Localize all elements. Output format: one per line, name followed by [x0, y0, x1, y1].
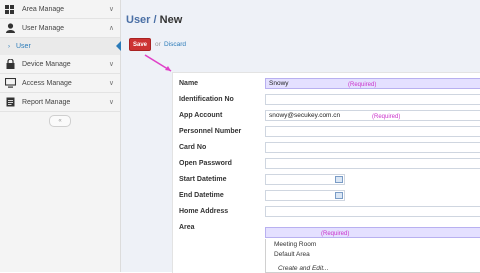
- chevron-right-icon: ›: [8, 43, 10, 50]
- field-value: snowy@secukey.com.cn: [269, 112, 341, 119]
- sidebar-item-label: User Manage: [22, 24, 65, 32]
- create-and-edit-option[interactable]: Create and Edit...: [278, 265, 329, 272]
- field-label: Start Datetime: [179, 176, 227, 183]
- field-label: Name: [179, 80, 199, 87]
- save-button[interactable]: Save: [129, 38, 151, 51]
- field-value: Snowy: [269, 80, 289, 87]
- sidebar-item-user-manage[interactable]: User Manage ∧: [0, 19, 120, 38]
- field-label: Home Address: [179, 208, 229, 215]
- form-row-start-datetime: Start Datetime: [173, 173, 480, 189]
- calendar-icon[interactable]: [335, 176, 343, 183]
- field-label: Area: [179, 224, 195, 231]
- sidebar-collapse-button[interactable]: «: [49, 115, 71, 127]
- form-row-card-no: Card No: [173, 141, 480, 157]
- card-no-field[interactable]: [265, 142, 480, 153]
- sidebar-item-label: Device Manage: [22, 60, 71, 68]
- home-address-field[interactable]: [265, 206, 480, 217]
- sidebar-item-area-manage[interactable]: Area Manage ∨: [0, 0, 120, 19]
- form-row-end-datetime: End Datetime: [173, 189, 480, 205]
- form-row-personnel-number: Personnel Number: [173, 125, 480, 141]
- collapse-icon: «: [58, 118, 62, 124]
- form-row-open-password: Open Password: [173, 157, 480, 173]
- app-account-field[interactable]: snowy@secukey.com.cn (Required): [265, 110, 480, 121]
- sidebar-subitem-label: User: [16, 43, 31, 50]
- field-label: App Account: [179, 112, 223, 119]
- required-hint: (Required): [321, 231, 350, 237]
- breadcrumb-current: New: [159, 14, 183, 26]
- area-option[interactable]: Meeting Room: [274, 241, 316, 248]
- lock-icon: [4, 59, 16, 69]
- user-icon: [4, 23, 16, 33]
- callout-arrow-icon: [144, 54, 172, 72]
- field-label: Card No: [179, 144, 207, 151]
- form-row-home-address: Home Address: [173, 205, 480, 221]
- form-row-app-account: App Account snowy@secukey.com.cn (Requir…: [173, 109, 480, 125]
- breadcrumb: User / New: [126, 14, 182, 26]
- area-option[interactable]: Default Area: [274, 251, 310, 258]
- field-label: Personnel Number: [179, 128, 242, 135]
- breadcrumb-root[interactable]: User: [126, 14, 150, 26]
- field-label: End Datetime: [179, 192, 224, 199]
- start-datetime-field[interactable]: [265, 174, 345, 185]
- area-select[interactable]: (Required): [265, 227, 480, 238]
- breadcrumb-separator: /: [153, 14, 157, 26]
- or-text: or: [155, 41, 161, 48]
- sidebar-subitem-user[interactable]: › User: [0, 38, 121, 55]
- chevron-up-icon: ∧: [108, 25, 114, 32]
- chevron-down-icon: ∨: [108, 99, 114, 106]
- chevron-down-icon: ∨: [108, 80, 114, 87]
- form-row-name: Name Snowy (Required): [173, 77, 480, 93]
- personnel-number-field[interactable]: [265, 126, 480, 137]
- sidebar-item-label: Area Manage: [22, 5, 65, 13]
- sidebar-item-label: Report Manage: [22, 98, 71, 106]
- document-icon: [4, 97, 16, 107]
- sidebar-item-label: Access Manage: [22, 79, 72, 87]
- area-dropdown: Meeting Room Default Area Create and Edi…: [265, 239, 480, 273]
- user-form: Name Snowy (Required) Identification No …: [172, 72, 480, 273]
- chevron-down-icon: ∨: [108, 61, 114, 68]
- field-label: Identification No: [179, 96, 234, 103]
- discard-link[interactable]: Discard: [164, 41, 186, 48]
- calendar-icon[interactable]: [335, 192, 343, 199]
- sidebar-item-device-manage[interactable]: Device Manage ∨: [0, 55, 120, 74]
- chevron-down-icon: ∨: [108, 6, 114, 13]
- grid-icon: [4, 4, 16, 14]
- form-row-area: Area (Required): [173, 221, 480, 238]
- sidebar-item-access-manage[interactable]: Access Manage ∨: [0, 74, 120, 93]
- required-hint: (Required): [372, 114, 401, 120]
- sidebar-item-report-manage[interactable]: Report Manage ∨: [0, 93, 120, 112]
- identification-field[interactable]: [265, 94, 480, 105]
- required-hint: (Required): [348, 82, 377, 88]
- end-datetime-field[interactable]: [265, 190, 345, 201]
- name-field[interactable]: Snowy (Required): [265, 78, 480, 89]
- form-row-identification: Identification No: [173, 93, 480, 109]
- sidebar: Area Manage ∨ User Manage ∧ › User Devic…: [0, 0, 121, 272]
- field-label: Open Password: [179, 160, 232, 167]
- open-password-field[interactable]: [265, 158, 480, 169]
- monitor-icon: [4, 78, 16, 88]
